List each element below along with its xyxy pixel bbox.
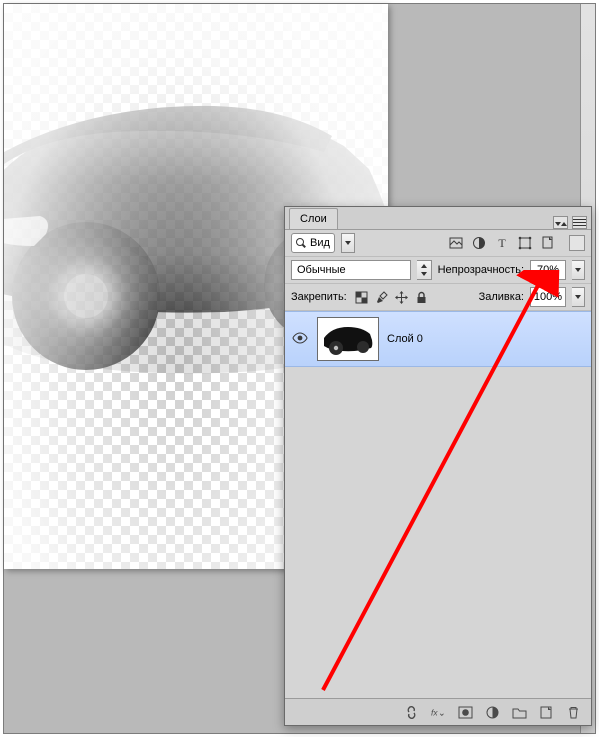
fill-value-input[interactable]: 100% — [530, 287, 566, 307]
mask-icon[interactable] — [458, 705, 473, 720]
lock-fill-row: Закрепить: Заливка: 100% — [285, 284, 591, 311]
layers-panel-footer: fx — [285, 698, 591, 725]
tab-layers[interactable]: Слои — [289, 208, 338, 229]
trash-icon[interactable] — [566, 705, 581, 720]
panel-tab-bar: Слои — [285, 207, 591, 230]
layer-name-label[interactable]: Слой 0 — [387, 333, 423, 345]
opacity-label: Непрозрачность: — [438, 264, 524, 276]
panel-collapse-controls[interactable] — [553, 216, 591, 229]
search-icon — [296, 238, 306, 248]
lock-all-icon[interactable] — [415, 291, 428, 304]
adjustment-layer-icon[interactable] — [485, 705, 500, 720]
image-filter-icon[interactable] — [448, 236, 463, 251]
fx-icon[interactable]: fx — [431, 705, 446, 720]
opacity-slider-dropdown[interactable] — [572, 260, 585, 280]
svg-text:T: T — [498, 236, 506, 250]
layers-panel: Слои Вид T Обычные Непро — [284, 206, 592, 726]
blend-mode-stepper[interactable] — [417, 260, 432, 280]
blend-mode-select[interactable]: Обычные — [291, 260, 411, 280]
new-layer-icon[interactable] — [539, 705, 554, 720]
lock-move-icon[interactable] — [395, 291, 408, 304]
layer-filter-kind[interactable]: Вид — [291, 233, 335, 253]
group-icon[interactable] — [512, 705, 527, 720]
layers-list[interactable]: Слой 0 — [285, 311, 591, 698]
lock-transparency-icon[interactable] — [355, 291, 368, 304]
adjust-filter-icon[interactable] — [471, 236, 486, 251]
link-icon[interactable] — [404, 705, 419, 720]
layer-row[interactable]: Слой 0 — [285, 311, 591, 367]
fill-label: Заливка: — [479, 291, 524, 303]
visibility-toggle[interactable] — [291, 332, 309, 347]
shape-filter-icon[interactable] — [517, 236, 532, 251]
panel-menu-icon[interactable] — [572, 216, 587, 229]
layer-thumbnail[interactable] — [317, 317, 379, 361]
lock-label: Закрепить: — [291, 291, 347, 303]
filter-kind-dropdown[interactable] — [341, 233, 355, 253]
layer-filter-row: Вид T — [285, 230, 591, 257]
filter-kind-label: Вид — [310, 237, 330, 249]
filter-toggle-switch[interactable] — [569, 235, 585, 251]
panel-collapse-icon[interactable] — [553, 216, 568, 229]
fill-slider-dropdown[interactable] — [572, 287, 585, 307]
svg-text:fx: fx — [431, 707, 438, 717]
opacity-value-input[interactable]: 70% — [530, 260, 566, 280]
smart-filter-icon[interactable] — [540, 236, 555, 251]
blend-opacity-row: Обычные Непрозрачность: 70% — [285, 257, 591, 284]
lock-paint-icon[interactable] — [375, 291, 388, 304]
text-filter-icon[interactable]: T — [494, 236, 509, 251]
